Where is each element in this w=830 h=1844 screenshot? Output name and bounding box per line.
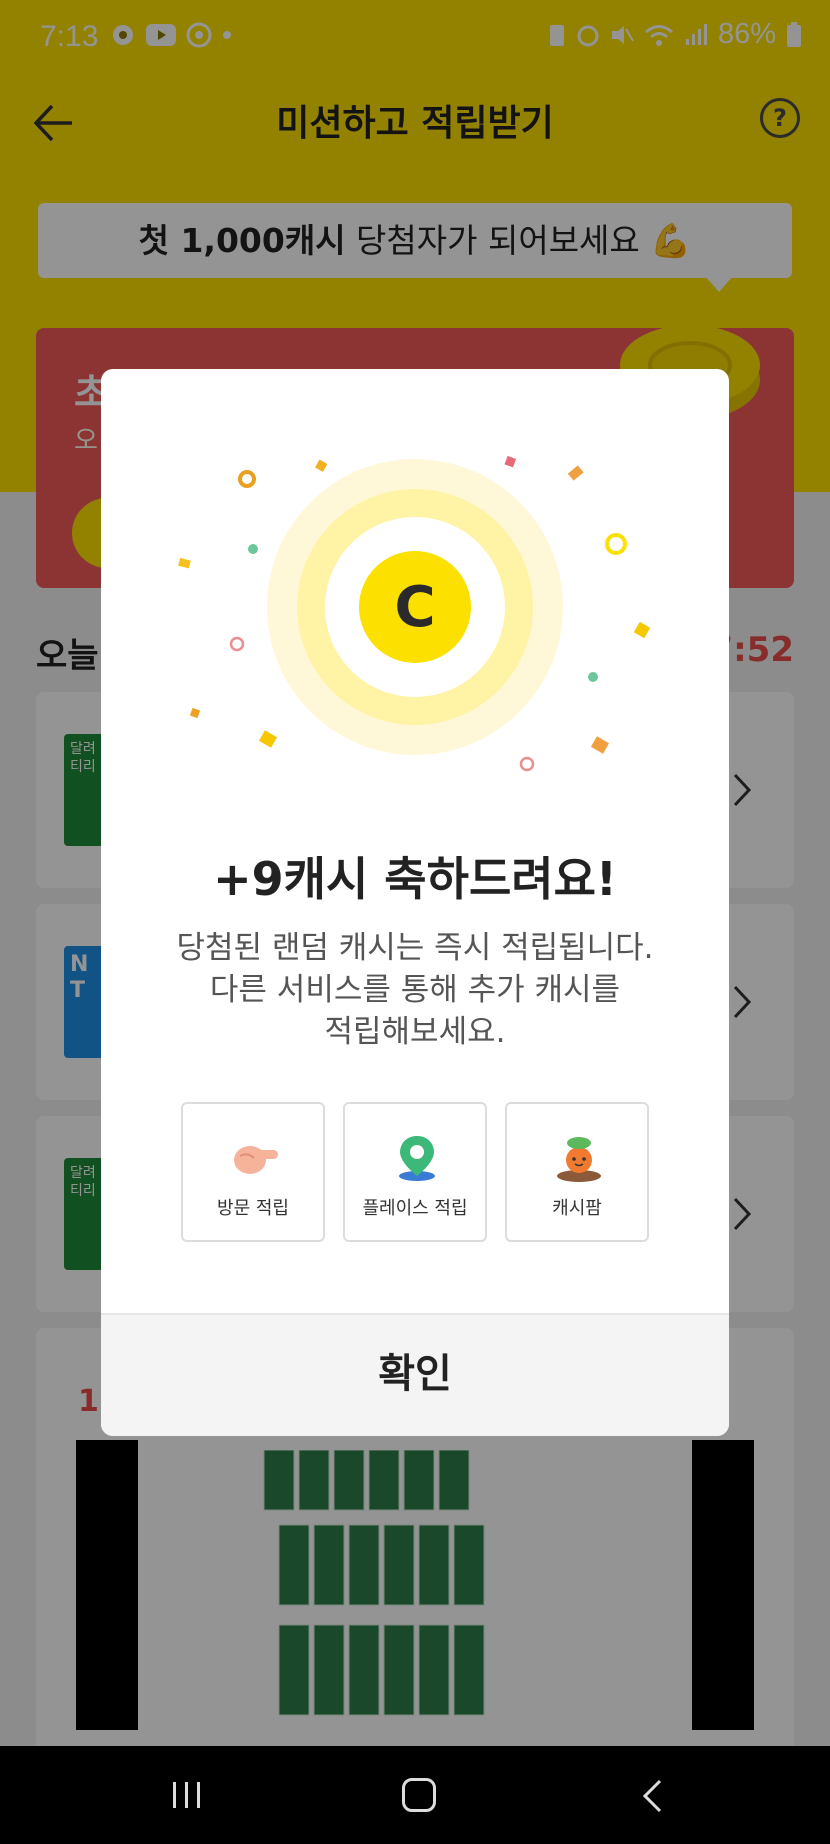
- carrot-character-icon: [557, 1137, 601, 1182]
- confirm-button[interactable]: 확인: [101, 1313, 729, 1436]
- reward-description: 당첨된 랜덤 캐시는 즉시 적립됩니다. 다른 서비스를 통해 추가 캐시를 적…: [141, 927, 689, 1053]
- recent-apps-icon[interactable]: [170, 1780, 204, 1810]
- service-label: 캐시팜: [552, 1198, 602, 1219]
- service-label: 방문 적립: [217, 1198, 289, 1219]
- description-line: 다른 서비스를 통해 추가 캐시를: [209, 972, 621, 1008]
- map-pin-icon: [399, 1136, 435, 1181]
- coin-letter: C: [394, 575, 435, 640]
- reward-title: +9캐시 축하드려요!: [213, 852, 617, 906]
- visit-reward-button[interactable]: 방문 적립: [181, 1102, 325, 1242]
- service-buttons: 방문 적립 플레이스 적립 캐시팜: [181, 1102, 649, 1244]
- description-line: 적립해보세요.: [324, 1014, 506, 1050]
- service-label: 플레이스 적립: [362, 1198, 468, 1219]
- reward-modal: C +9캐시 축하드려요! 당첨된 랜덤 캐시는 즉시 적립됩니다. 다른 서비…: [101, 369, 729, 1436]
- celebration-illustration: C: [178, 455, 651, 772]
- cash-farm-button[interactable]: 캐시팜: [505, 1102, 649, 1242]
- app-page: 7:13 86% 미션하고 적립받기 ? 첫 1,000캐시 당첨자가 되어보세…: [0, 0, 830, 1844]
- system-nav-bar: [0, 1746, 830, 1844]
- nav-back-icon[interactable]: [640, 1778, 664, 1814]
- place-reward-button[interactable]: 플레이스 적립: [343, 1102, 487, 1242]
- description-line: 당첨된 랜덤 캐시는 즉시 적립됩니다.: [176, 930, 654, 966]
- home-icon[interactable]: [402, 1778, 436, 1812]
- pointing-hand-icon: [234, 1146, 278, 1174]
